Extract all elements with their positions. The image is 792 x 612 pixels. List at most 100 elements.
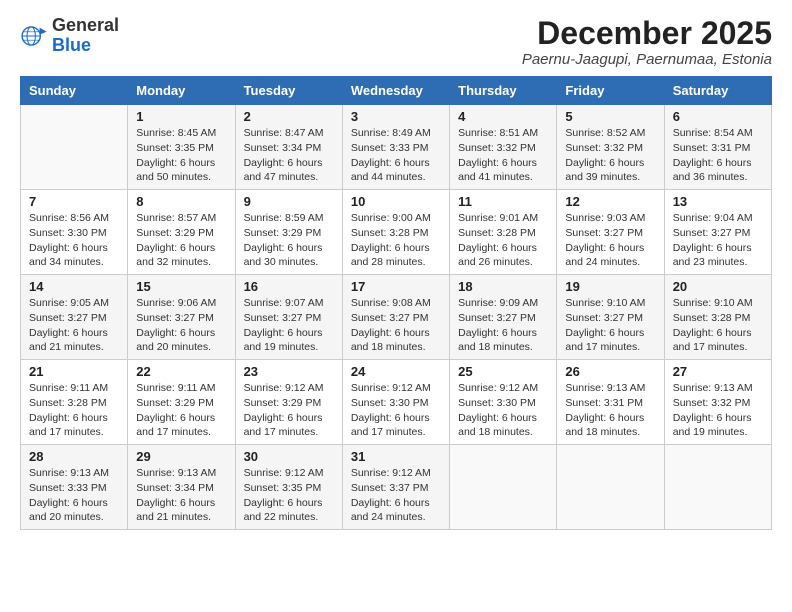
day-info: Sunrise: 8:59 AM Sunset: 3:29 PM Dayligh… [244, 211, 334, 270]
day-info: Sunrise: 9:00 AM Sunset: 3:28 PM Dayligh… [351, 211, 441, 270]
day-number: 1 [136, 109, 226, 124]
calendar-header-row: SundayMondayTuesdayWednesdayThursdayFrid… [21, 77, 772, 105]
logo-general: General [52, 15, 119, 35]
calendar-cell: 18 Sunrise: 9:09 AM Sunset: 3:27 PM Dayli… [450, 275, 557, 360]
page-header: General Blue December 2025 Paernu-Jaagup… [20, 16, 772, 68]
calendar-cell [557, 445, 664, 530]
calendar-cell: 11Sunrise: 9:01 AM Sunset: 3:28 PM Dayli… [450, 190, 557, 275]
day-info: Sunrise: 8:52 AM Sunset: 3:32 PM Dayligh… [565, 126, 655, 185]
header-friday: Friday [557, 77, 664, 105]
calendar-cell: 1Sunrise: 8:45 AM Sunset: 3:35 PM Daylig… [128, 105, 235, 190]
header-tuesday: Tuesday [235, 77, 342, 105]
calendar-cell: 23 Sunrise: 9:12 AM Sunset: 3:29 PM Dayli… [235, 360, 342, 445]
day-number: 28 [29, 449, 119, 464]
day-number: 22 [136, 364, 226, 379]
logo: General Blue [20, 16, 119, 56]
day-info: Sunrise: 9:13 AM Sunset: 3:31 PM Dayligh… [565, 381, 655, 440]
day-info: Sunrise: 9:13 AM Sunset: 3:32 PM Dayligh… [673, 381, 763, 440]
header-saturday: Saturday [664, 77, 771, 105]
day-number: 24 [351, 364, 441, 379]
day-number: 15 [136, 279, 226, 294]
day-number: 6 [673, 109, 763, 124]
day-info: Sunrise: 9:05 AM Sunset: 3:27 PM Dayligh… [29, 296, 119, 355]
day-info: Sunrise: 9:12 AM Sunset: 3:29 PM Dayligh… [244, 381, 334, 440]
calendar-cell: 2 Sunrise: 8:47 AM Sunset: 3:34 PM Daylig… [235, 105, 342, 190]
calendar-cell: 6 Sunrise: 8:54 AM Sunset: 3:31 PM Daylig… [664, 105, 771, 190]
day-number: 7 [29, 194, 119, 209]
day-info: Sunrise: 9:06 AM Sunset: 3:27 PM Dayligh… [136, 296, 226, 355]
day-info: Sunrise: 9:12 AM Sunset: 3:30 PM Dayligh… [351, 381, 441, 440]
day-number: 19 [565, 279, 655, 294]
day-info: Sunrise: 9:07 AM Sunset: 3:27 PM Dayligh… [244, 296, 334, 355]
day-info: Sunrise: 8:47 AM Sunset: 3:34 PM Dayligh… [244, 126, 334, 185]
calendar-cell: 15 Sunrise: 9:06 AM Sunset: 3:27 PM Dayli… [128, 275, 235, 360]
calendar-cell: 25 Sunrise: 9:12 AM Sunset: 3:30 PM Dayli… [450, 360, 557, 445]
day-info: Sunrise: 9:11 AM Sunset: 3:28 PM Dayligh… [29, 381, 119, 440]
calendar-cell: 26Sunrise: 9:13 AM Sunset: 3:31 PM Dayli… [557, 360, 664, 445]
day-number: 23 [244, 364, 334, 379]
day-number: 16 [244, 279, 334, 294]
calendar-cell: 20 Sunrise: 9:10 AM Sunset: 3:28 PM Dayli… [664, 275, 771, 360]
calendar-cell [450, 445, 557, 530]
header-sunday: Sunday [21, 77, 128, 105]
main-title: December 2025 [522, 16, 772, 51]
day-number: 4 [458, 109, 548, 124]
calendar-cell: 29Sunrise: 9:13 AM Sunset: 3:34 PM Dayli… [128, 445, 235, 530]
calendar-cell: 3Sunrise: 8:49 AM Sunset: 3:33 PM Daylig… [342, 105, 449, 190]
day-info: Sunrise: 9:13 AM Sunset: 3:34 PM Dayligh… [136, 466, 226, 525]
day-info: Sunrise: 8:49 AM Sunset: 3:33 PM Dayligh… [351, 126, 441, 185]
calendar-cell: 24 Sunrise: 9:12 AM Sunset: 3:30 PM Dayli… [342, 360, 449, 445]
calendar-cell: 28 Sunrise: 9:13 AM Sunset: 3:33 PM Dayli… [21, 445, 128, 530]
day-info: Sunrise: 9:12 AM Sunset: 3:30 PM Dayligh… [458, 381, 548, 440]
day-number: 11 [458, 194, 548, 209]
calendar-cell: 27 Sunrise: 9:13 AM Sunset: 3:32 PM Dayli… [664, 360, 771, 445]
day-info: Sunrise: 9:12 AM Sunset: 3:37 PM Dayligh… [351, 466, 441, 525]
day-info: Sunrise: 9:10 AM Sunset: 3:27 PM Dayligh… [565, 296, 655, 355]
title-block: December 2025 Paernu-Jaagupi, Paernumaa,… [522, 16, 772, 68]
calendar-cell: 4 Sunrise: 8:51 AM Sunset: 3:32 PM Daylig… [450, 105, 557, 190]
day-number: 31 [351, 449, 441, 464]
day-number: 14 [29, 279, 119, 294]
day-info: Sunrise: 9:09 AM Sunset: 3:27 PM Dayligh… [458, 296, 548, 355]
calendar-cell: 8 Sunrise: 8:57 AM Sunset: 3:29 PM Daylig… [128, 190, 235, 275]
day-number: 9 [244, 194, 334, 209]
logo-text: General Blue [52, 16, 119, 56]
day-number: 5 [565, 109, 655, 124]
day-number: 10 [351, 194, 441, 209]
day-number: 17 [351, 279, 441, 294]
day-number: 25 [458, 364, 548, 379]
calendar-week-row: 1Sunrise: 8:45 AM Sunset: 3:35 PM Daylig… [21, 105, 772, 190]
day-info: Sunrise: 9:13 AM Sunset: 3:33 PM Dayligh… [29, 466, 119, 525]
day-info: Sunrise: 9:08 AM Sunset: 3:27 PM Dayligh… [351, 296, 441, 355]
day-number: 20 [673, 279, 763, 294]
day-number: 2 [244, 109, 334, 124]
calendar-cell: 9 Sunrise: 8:59 AM Sunset: 3:29 PM Daylig… [235, 190, 342, 275]
calendar-cell: 13 Sunrise: 9:04 AM Sunset: 3:27 PM Dayli… [664, 190, 771, 275]
day-number: 18 [458, 279, 548, 294]
calendar-week-row: 21Sunrise: 9:11 AM Sunset: 3:28 PM Dayli… [21, 360, 772, 445]
logo-icon [20, 22, 48, 50]
calendar-table: SundayMondayTuesdayWednesdayThursdayFrid… [20, 76, 772, 530]
day-number: 27 [673, 364, 763, 379]
day-info: Sunrise: 8:54 AM Sunset: 3:31 PM Dayligh… [673, 126, 763, 185]
header-thursday: Thursday [450, 77, 557, 105]
day-number: 8 [136, 194, 226, 209]
calendar-week-row: 28 Sunrise: 9:13 AM Sunset: 3:33 PM Dayli… [21, 445, 772, 530]
day-number: 30 [244, 449, 334, 464]
calendar-cell [664, 445, 771, 530]
calendar-cell: 7Sunrise: 8:56 AM Sunset: 3:30 PM Daylig… [21, 190, 128, 275]
day-info: Sunrise: 9:10 AM Sunset: 3:28 PM Dayligh… [673, 296, 763, 355]
day-info: Sunrise: 8:51 AM Sunset: 3:32 PM Dayligh… [458, 126, 548, 185]
day-info: Sunrise: 9:03 AM Sunset: 3:27 PM Dayligh… [565, 211, 655, 270]
subtitle: Paernu-Jaagupi, Paernumaa, Estonia [522, 51, 772, 68]
day-info: Sunrise: 9:04 AM Sunset: 3:27 PM Dayligh… [673, 211, 763, 270]
day-info: Sunrise: 8:57 AM Sunset: 3:29 PM Dayligh… [136, 211, 226, 270]
header-monday: Monday [128, 77, 235, 105]
calendar-cell: 21Sunrise: 9:11 AM Sunset: 3:28 PM Dayli… [21, 360, 128, 445]
day-number: 13 [673, 194, 763, 209]
day-number: 12 [565, 194, 655, 209]
calendar-cell: 12 Sunrise: 9:03 AM Sunset: 3:27 PM Dayli… [557, 190, 664, 275]
calendar-cell: 17 Sunrise: 9:08 AM Sunset: 3:27 PM Dayli… [342, 275, 449, 360]
calendar-cell: 16 Sunrise: 9:07 AM Sunset: 3:27 PM Dayli… [235, 275, 342, 360]
calendar-cell: 22Sunrise: 9:11 AM Sunset: 3:29 PM Dayli… [128, 360, 235, 445]
